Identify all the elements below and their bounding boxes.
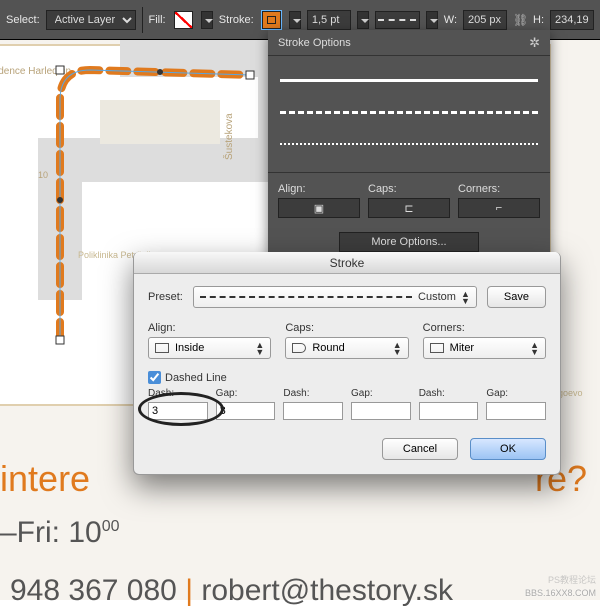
headline-fragment: u interere? (0, 458, 90, 500)
dash-input-2[interactable] (283, 402, 343, 420)
stroke-style-picker[interactable] (375, 11, 420, 29)
dialog-title: Stroke (134, 252, 560, 274)
stroke-swatch[interactable] (262, 11, 281, 29)
stroke-style-dropdown[interactable] (426, 11, 438, 29)
select-label: Select: (6, 14, 40, 26)
align-label: Align: (278, 183, 360, 195)
contact-text: 948 367 080 | robert@thestory.sk (10, 574, 453, 608)
dash-input-3[interactable] (419, 402, 479, 420)
width-label: W: (444, 14, 457, 26)
cancel-button[interactable]: Cancel (382, 438, 458, 460)
gap-input-3[interactable] (486, 402, 546, 420)
caps-dropdown[interactable]: Round▲▼ (285, 337, 408, 359)
stroke-preset-solid[interactable] (280, 64, 538, 96)
height-input[interactable] (550, 10, 594, 30)
fill-dropdown[interactable] (201, 11, 213, 29)
dialog-corners-label: Corners: (423, 322, 546, 334)
dash-input-1[interactable] (148, 402, 208, 420)
ok-button[interactable]: OK (470, 438, 546, 460)
stroke-dropdown[interactable] (289, 11, 301, 29)
align-picker[interactable]: ▣ (278, 198, 360, 218)
preset-label: Preset: (148, 291, 183, 303)
stroke-weight-dropdown[interactable] (357, 11, 369, 29)
select-dropdown[interactable]: Active Layers (46, 10, 136, 30)
corners-picker[interactable]: ⌐ (458, 198, 540, 218)
watermark-1: BBS.16XX8.COM (525, 588, 596, 598)
watermark-2: PS教程论坛 (548, 573, 596, 586)
dashed-line-checkbox[interactable] (148, 371, 161, 384)
stroke-preset-dashed[interactable] (280, 96, 538, 128)
corners-label: Corners: (458, 183, 540, 195)
save-button[interactable]: Save (487, 286, 546, 308)
preset-dropdown[interactable]: Custom▲▼ (193, 286, 477, 308)
stroke-options-panel: Stroke Options ✲ Align: ▣ Caps: ⊏ Corners:… (268, 30, 550, 264)
stroke-dialog: Stroke Preset: Custom▲▼ Save Align: Insi… (133, 252, 561, 475)
stroke-weight-input[interactable] (307, 10, 351, 30)
stroke-label: Stroke: (219, 14, 254, 26)
svg-text:10: 10 (38, 170, 48, 180)
width-input[interactable] (463, 10, 507, 30)
stroke-preset-dotted[interactable] (280, 128, 538, 160)
dashed-line-label: Dashed Line (165, 372, 227, 384)
gear-icon[interactable]: ✲ (529, 35, 540, 51)
dialog-align-label: Align: (148, 322, 271, 334)
fill-label: Fill: (148, 14, 165, 26)
more-options-button[interactable]: More Options... (339, 232, 479, 252)
corners-dropdown[interactable]: Miter▲▼ (423, 337, 546, 359)
gap-input-2[interactable] (351, 402, 411, 420)
height-label: H: (533, 14, 544, 26)
caps-label: Caps: (368, 183, 450, 195)
caps-picker[interactable]: ⊏ (368, 198, 450, 218)
align-dropdown[interactable]: Inside▲▼ (148, 337, 271, 359)
gap-input-1[interactable] (216, 402, 276, 420)
dialog-caps-label: Caps: (285, 322, 408, 334)
hours-text: –Fri: 1000 (0, 516, 120, 550)
stroke-options-title: Stroke Options (278, 37, 351, 49)
dash-gap-fields: Dash: Gap: Dash: Gap: Dash: Gap: (148, 388, 546, 420)
fill-swatch[interactable] (174, 11, 193, 29)
link-icon[interactable]: ⛓ (513, 13, 527, 27)
svg-text:Šustekova: Šustekova (222, 113, 235, 160)
